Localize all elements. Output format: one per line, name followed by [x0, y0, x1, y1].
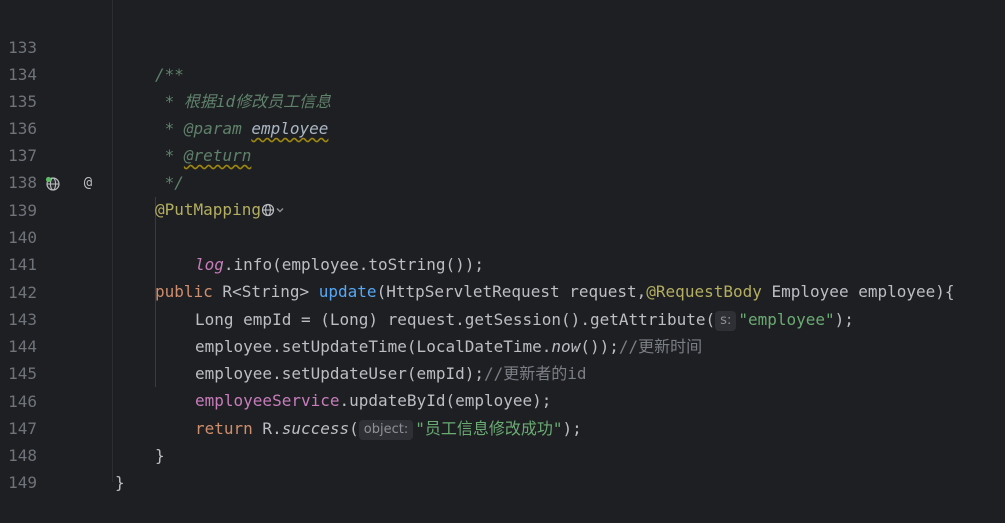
code-line: 138 @PutMapping — [0, 142, 1005, 219]
code-line: 133 /** — [0, 7, 1005, 84]
code-line: 148 } — [0, 415, 1005, 492]
code-line: 146 return R.success(object: "员工信息修改成功"); — [0, 361, 1005, 440]
code-line: 143 employee.setUpdateTime(LocalDateTime… — [0, 279, 1005, 356]
code-line: 135 * @param employee — [0, 61, 1005, 138]
line-number: 149 — [8, 473, 37, 492]
code-line: 140 log.info(employee.toString()); — [0, 197, 1005, 274]
code-line: 141 — [0, 224, 1005, 274]
code-line: 136 * @return — [0, 88, 1005, 165]
code-line: 145 employeeService.updateById(employee)… — [0, 333, 1005, 410]
code-line: 144 employee.setUpdateUser(empId);//更新者的… — [0, 306, 1005, 383]
override-at-icon[interactable]: @ — [80, 175, 96, 191]
code-line: 147 } — [0, 388, 1005, 465]
code-line: 142 Long empId = (Long) request.getSessi… — [0, 252, 1005, 331]
code-line: 134 * 根据id修改员工信息 — [0, 34, 1005, 111]
code-line: 149 — [0, 442, 1005, 492]
web-endpoint-icon[interactable] — [45, 176, 61, 192]
code-line: 139 @ public R<String> update(HttpServle… — [0, 170, 1005, 302]
closing-brace: } — [115, 473, 125, 492]
code-line: 137 */ — [0, 115, 1005, 192]
code-editor[interactable]: 133 /** 134 * 根据id修改员工信息 135 * @param em… — [0, 0, 1005, 492]
